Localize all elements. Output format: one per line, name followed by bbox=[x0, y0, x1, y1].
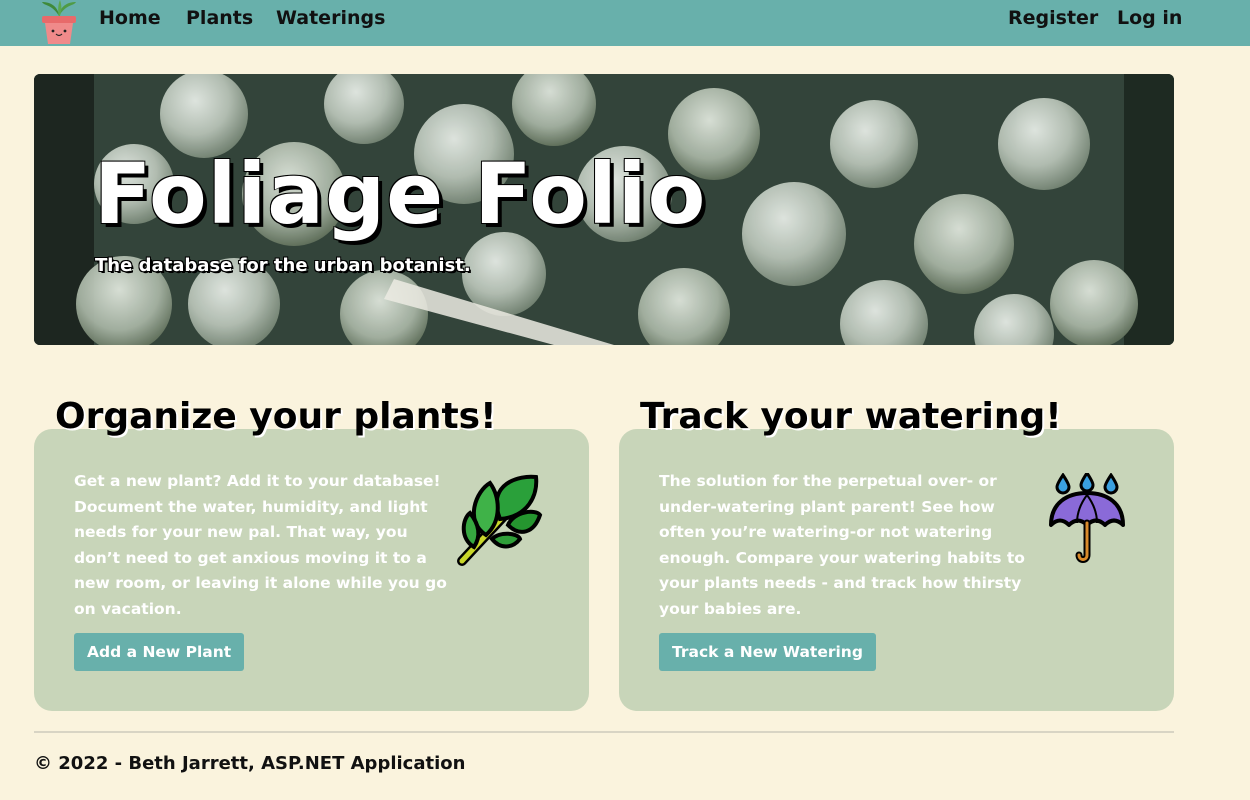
hero-title: Foliage Folio bbox=[94, 145, 707, 243]
organize-plants-heading: Organize your plants! bbox=[55, 396, 497, 437]
hero-subtitle: The database for the urban botanist. bbox=[95, 255, 471, 276]
potted-plant-icon[interactable] bbox=[38, 0, 80, 46]
add-new-plant-button[interactable]: Add a New Plant bbox=[74, 633, 245, 671]
footer-divider bbox=[34, 731, 1174, 733]
nav-link-waterings[interactable]: Waterings bbox=[276, 7, 385, 29]
card-description: Get a new plant? Add it to your database… bbox=[74, 472, 447, 618]
nav-link-plants[interactable]: Plants bbox=[186, 7, 253, 29]
track-watering-card: The solution for the perpetual over- or … bbox=[619, 429, 1174, 711]
navbar: Home Plants Waterings Register Log in bbox=[0, 0, 1250, 46]
track-new-watering-button[interactable]: Track a New Watering bbox=[659, 633, 876, 671]
hero-banner: Foliage Folio The database for the urban… bbox=[34, 74, 1174, 345]
nav-link-register[interactable]: Register bbox=[1008, 7, 1098, 29]
footer-copyright: © 2022 - Beth Jarrett, ASP.NET Applicati… bbox=[34, 753, 466, 774]
nav-link-home[interactable]: Home bbox=[99, 7, 161, 29]
umbrella-rain-icon bbox=[1047, 470, 1127, 572]
herb-icon bbox=[454, 473, 544, 572]
track-watering-heading: Track your watering! bbox=[640, 396, 1062, 437]
card-description: The solution for the perpetual over- or … bbox=[659, 472, 1025, 618]
organize-plants-card: Get a new plant? Add it to your database… bbox=[34, 429, 589, 711]
nav-link-login[interactable]: Log in bbox=[1117, 7, 1182, 29]
